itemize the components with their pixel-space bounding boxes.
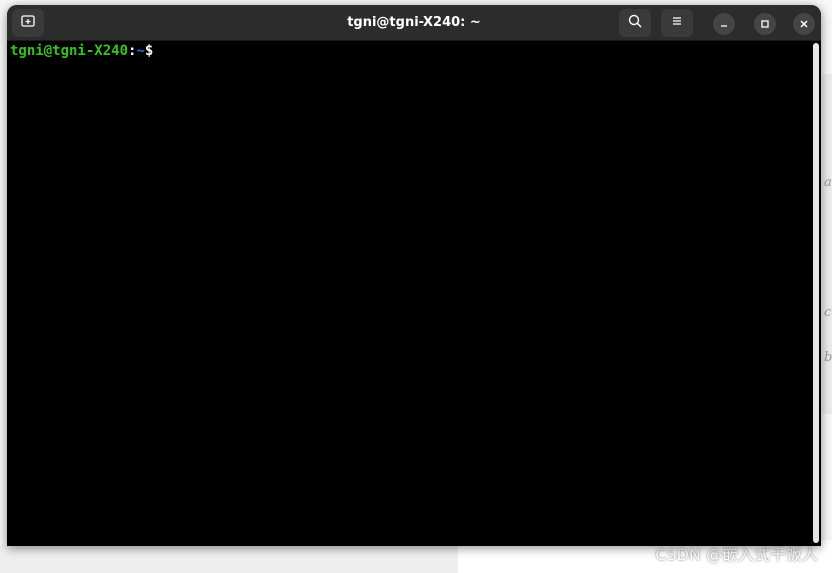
background-text-fragment: b: [824, 350, 832, 365]
window-title: tgni@tgni-X240: ~: [347, 15, 481, 30]
background-text-fragment: a: [824, 175, 832, 190]
menu-button[interactable]: [661, 9, 693, 37]
background-text-fragment: c: [824, 305, 832, 320]
prompt-symbol: $: [144, 43, 154, 59]
terminal-output[interactable]: tgni@tgni-X240:~$: [7, 41, 813, 546]
search-button[interactable]: [619, 9, 651, 37]
terminal-scrollbar[interactable]: [813, 43, 819, 543]
maximize-icon: [759, 15, 771, 34]
minimize-button[interactable]: [713, 13, 735, 35]
minimize-icon: [718, 15, 730, 34]
title-bar[interactable]: tgni@tgni-X240: ~: [7, 5, 821, 41]
prompt-user-host: tgni@tgni-X240: [10, 43, 129, 59]
maximize-button[interactable]: [754, 13, 776, 35]
close-icon: [798, 15, 810, 34]
prompt-path: ~: [136, 43, 145, 59]
hamburger-menu-icon: [669, 13, 685, 33]
background-footer-left: [0, 545, 458, 573]
close-button[interactable]: [793, 13, 815, 35]
terminal-window[interactable]: tgni@tgni-X240: ~ tgni@tgni-X240:~$: [7, 5, 821, 546]
prompt-line: tgni@tgni-X240:~$: [10, 43, 813, 59]
search-icon: [627, 13, 643, 33]
